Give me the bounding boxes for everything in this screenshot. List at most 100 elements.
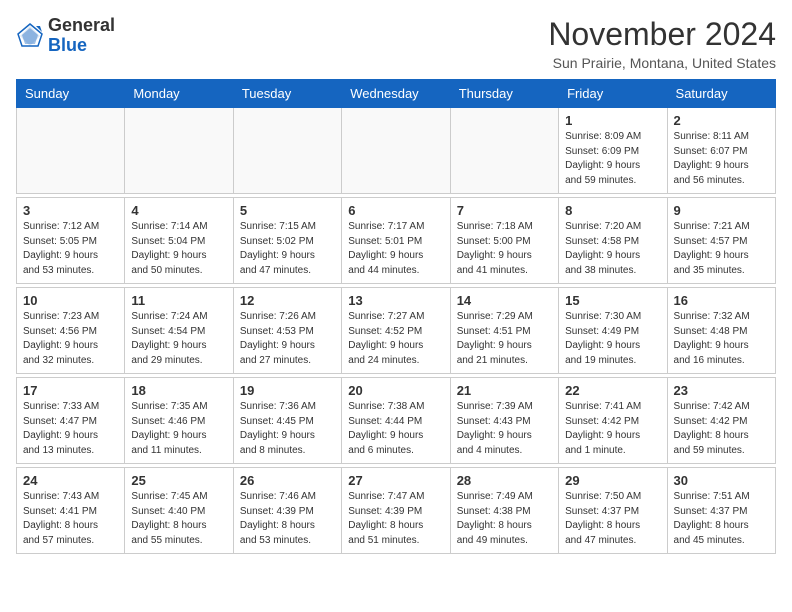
weekday-header: Wednesday <box>342 80 450 108</box>
day-info: Sunrise: 7:18 AM Sunset: 5:00 PM Dayligh… <box>457 220 552 278</box>
calendar-day-cell <box>233 108 341 194</box>
day-number: 17 <box>23 383 118 398</box>
calendar-day-cell: 6Sunrise: 7:17 AM Sunset: 5:01 PM Daylig… <box>342 198 450 284</box>
day-info: Sunrise: 7:27 AM Sunset: 4:52 PM Dayligh… <box>348 310 443 368</box>
day-info: Sunrise: 7:23 AM Sunset: 4:56 PM Dayligh… <box>23 310 118 368</box>
day-info: Sunrise: 7:12 AM Sunset: 5:05 PM Dayligh… <box>23 220 118 278</box>
calendar-day-cell: 23Sunrise: 7:42 AM Sunset: 4:42 PM Dayli… <box>667 378 775 464</box>
calendar-day-cell: 14 Sunrise: 7:29 AM Sunset: 4:51 PM Dayli… <box>450 288 558 374</box>
day-info: Sunrise: 7:50 AM Sunset: 4:37 PM Dayligh… <box>565 490 660 548</box>
day-number: 1 <box>565 113 660 128</box>
calendar-day-cell: 5Sunrise: 7:15 AM Sunset: 5:02 PM Daylig… <box>233 198 341 284</box>
calendar-day-cell: 19 Sunrise: 7:36 AM Sunset: 4:45 PM Dayli… <box>233 378 341 464</box>
logo-general: General <box>48 15 115 35</box>
day-number: 12 <box>240 293 335 308</box>
day-info: Sunrise: 8:09 AM Sunset: 6:09 PM Dayligh… <box>565 130 660 188</box>
calendar-day-cell <box>450 108 558 194</box>
weekday-header: Tuesday <box>233 80 341 108</box>
calendar-week-row: 24 Sunrise: 7:43 AM Sunset: 4:41 PM Dayli… <box>17 468 776 554</box>
weekday-header: Friday <box>559 80 667 108</box>
calendar-day-cell: 8Sunrise: 7:20 AM Sunset: 4:58 PM Daylig… <box>559 198 667 284</box>
logo: General Blue <box>16 16 115 56</box>
calendar-day-cell: 7 Sunrise: 7:18 AM Sunset: 5:00 PM Daylig… <box>450 198 558 284</box>
day-number: 7 <box>457 203 552 218</box>
day-info: Sunrise: 7:38 AM Sunset: 4:44 PM Dayligh… <box>348 400 443 458</box>
day-info: Sunrise: 7:26 AM Sunset: 4:53 PM Dayligh… <box>240 310 335 368</box>
day-info: Sunrise: 7:46 AM Sunset: 4:39 PM Dayligh… <box>240 490 335 548</box>
day-info: Sunrise: 7:15 AM Sunset: 5:02 PM Dayligh… <box>240 220 335 278</box>
calendar-table: SundayMondayTuesdayWednesdayThursdayFrid… <box>16 79 776 554</box>
day-number: 13 <box>348 293 443 308</box>
calendar-week-row: 17Sunrise: 7:33 AM Sunset: 4:47 PM Dayli… <box>17 378 776 464</box>
page-header: General Blue November 2024 Sun Prairie, … <box>16 16 776 71</box>
day-number: 16 <box>674 293 769 308</box>
day-info: Sunrise: 7:39 AM Sunset: 4:43 PM Dayligh… <box>457 400 552 458</box>
month-year-title: November 2024 <box>548 16 776 53</box>
calendar-day-cell: 2Sunrise: 8:11 AM Sunset: 6:07 PM Daylig… <box>667 108 775 194</box>
day-info: Sunrise: 7:45 AM Sunset: 4:40 PM Dayligh… <box>131 490 226 548</box>
calendar-day-cell: 29 Sunrise: 7:50 AM Sunset: 4:37 PM Dayli… <box>559 468 667 554</box>
logo-text: General Blue <box>48 16 115 56</box>
day-number: 10 <box>23 293 118 308</box>
day-info: Sunrise: 7:36 AM Sunset: 4:45 PM Dayligh… <box>240 400 335 458</box>
day-info: Sunrise: 7:35 AM Sunset: 4:46 PM Dayligh… <box>131 400 226 458</box>
calendar-week-row: 1 Sunrise: 8:09 AM Sunset: 6:09 PM Daylig… <box>17 108 776 194</box>
day-number: 27 <box>348 473 443 488</box>
day-info: Sunrise: 7:14 AM Sunset: 5:04 PM Dayligh… <box>131 220 226 278</box>
day-number: 23 <box>674 383 769 398</box>
calendar-week-row: 3 Sunrise: 7:12 AM Sunset: 5:05 PM Daylig… <box>17 198 776 284</box>
day-number: 21 <box>457 383 552 398</box>
calendar-day-cell: 10 Sunrise: 7:23 AM Sunset: 4:56 PM Dayli… <box>17 288 125 374</box>
calendar-day-cell: 21 Sunrise: 7:39 AM Sunset: 4:43 PM Dayli… <box>450 378 558 464</box>
calendar-day-cell: 30 Sunrise: 7:51 AM Sunset: 4:37 PM Dayli… <box>667 468 775 554</box>
calendar-day-cell: 25 Sunrise: 7:45 AM Sunset: 4:40 PM Dayli… <box>125 468 233 554</box>
day-number: 18 <box>131 383 226 398</box>
calendar-day-cell: 15 Sunrise: 7:30 AM Sunset: 4:49 PM Dayli… <box>559 288 667 374</box>
day-number: 30 <box>674 473 769 488</box>
day-info: Sunrise: 7:49 AM Sunset: 4:38 PM Dayligh… <box>457 490 552 548</box>
day-number: 8 <box>565 203 660 218</box>
calendar-day-cell <box>17 108 125 194</box>
day-info: Sunrise: 7:43 AM Sunset: 4:41 PM Dayligh… <box>23 490 118 548</box>
calendar-week-row: 10 Sunrise: 7:23 AM Sunset: 4:56 PM Dayli… <box>17 288 776 374</box>
calendar-day-cell: 12 Sunrise: 7:26 AM Sunset: 4:53 PM Dayli… <box>233 288 341 374</box>
day-info: Sunrise: 7:17 AM Sunset: 5:01 PM Dayligh… <box>348 220 443 278</box>
calendar-day-cell: 27 Sunrise: 7:47 AM Sunset: 4:39 PM Dayli… <box>342 468 450 554</box>
day-number: 3 <box>23 203 118 218</box>
calendar-day-cell: 18 Sunrise: 7:35 AM Sunset: 4:46 PM Dayli… <box>125 378 233 464</box>
day-number: 28 <box>457 473 552 488</box>
day-info: Sunrise: 7:29 AM Sunset: 4:51 PM Dayligh… <box>457 310 552 368</box>
day-info: Sunrise: 7:21 AM Sunset: 4:57 PM Dayligh… <box>674 220 769 278</box>
day-number: 9 <box>674 203 769 218</box>
day-number: 14 <box>457 293 552 308</box>
weekday-header: Thursday <box>450 80 558 108</box>
day-info: Sunrise: 7:47 AM Sunset: 4:39 PM Dayligh… <box>348 490 443 548</box>
day-info: Sunrise: 7:30 AM Sunset: 4:49 PM Dayligh… <box>565 310 660 368</box>
calendar-day-cell: 17Sunrise: 7:33 AM Sunset: 4:47 PM Dayli… <box>17 378 125 464</box>
calendar-day-cell: 28 Sunrise: 7:49 AM Sunset: 4:38 PM Dayli… <box>450 468 558 554</box>
calendar-day-cell: 11Sunrise: 7:24 AM Sunset: 4:54 PM Dayli… <box>125 288 233 374</box>
location-subtitle: Sun Prairie, Montana, United States <box>548 55 776 71</box>
day-info: Sunrise: 7:24 AM Sunset: 4:54 PM Dayligh… <box>131 310 226 368</box>
calendar-header-row: SundayMondayTuesdayWednesdayThursdayFrid… <box>17 80 776 108</box>
weekday-header: Monday <box>125 80 233 108</box>
calendar-day-cell: 3 Sunrise: 7:12 AM Sunset: 5:05 PM Daylig… <box>17 198 125 284</box>
calendar-day-cell: 9 Sunrise: 7:21 AM Sunset: 4:57 PM Daylig… <box>667 198 775 284</box>
day-info: Sunrise: 7:41 AM Sunset: 4:42 PM Dayligh… <box>565 400 660 458</box>
day-number: 29 <box>565 473 660 488</box>
day-number: 4 <box>131 203 226 218</box>
day-number: 26 <box>240 473 335 488</box>
day-info: Sunrise: 7:51 AM Sunset: 4:37 PM Dayligh… <box>674 490 769 548</box>
day-number: 25 <box>131 473 226 488</box>
calendar-day-cell: 26 Sunrise: 7:46 AM Sunset: 4:39 PM Dayli… <box>233 468 341 554</box>
calendar-day-cell: 16Sunrise: 7:32 AM Sunset: 4:48 PM Dayli… <box>667 288 775 374</box>
day-number: 15 <box>565 293 660 308</box>
logo-icon <box>16 22 44 50</box>
title-block: November 2024 Sun Prairie, Montana, Unit… <box>548 16 776 71</box>
day-number: 24 <box>23 473 118 488</box>
calendar-day-cell: 20Sunrise: 7:38 AM Sunset: 4:44 PM Dayli… <box>342 378 450 464</box>
calendar-day-cell <box>125 108 233 194</box>
calendar-day-cell <box>342 108 450 194</box>
day-info: Sunrise: 8:11 AM Sunset: 6:07 PM Dayligh… <box>674 130 769 188</box>
day-number: 19 <box>240 383 335 398</box>
